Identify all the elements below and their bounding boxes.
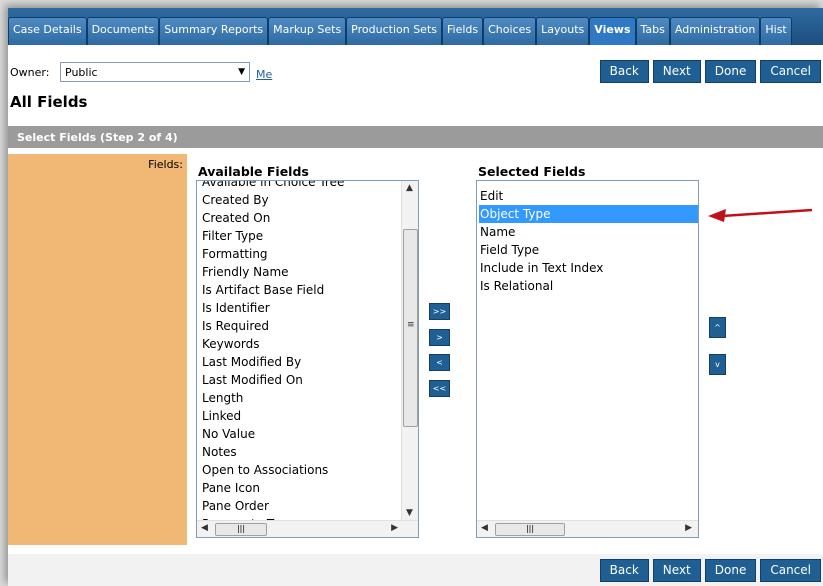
tab-production-sets[interactable]: Production Sets bbox=[346, 17, 442, 45]
list-item[interactable]: Is Required bbox=[201, 317, 418, 335]
annotation-arrow-icon bbox=[708, 208, 813, 222]
add-all-button[interactable]: >> bbox=[429, 303, 450, 320]
list-item[interactable]: Pane Icon bbox=[201, 479, 418, 497]
scroll-left-icon[interactable]: ◀ bbox=[201, 523, 208, 533]
list-item[interactable]: Linked bbox=[201, 407, 418, 425]
list-item[interactable]: Is Artifact Base Field bbox=[201, 281, 418, 299]
fields-label: Fields: bbox=[148, 158, 183, 171]
list-item[interactable]: Last Modified By bbox=[201, 353, 418, 371]
list-item[interactable]: Edit bbox=[479, 187, 698, 205]
remove-button[interactable]: < bbox=[429, 354, 450, 371]
next-button[interactable]: Next bbox=[652, 559, 701, 582]
me-link[interactable]: Me bbox=[256, 68, 272, 81]
available-fields-title: Available Fields bbox=[198, 164, 309, 179]
available-vertical-scrollbar[interactable]: ▲ ≡ ▼ bbox=[401, 181, 418, 520]
owner-select-value: Public bbox=[65, 66, 98, 79]
tab-administration[interactable]: Administration bbox=[669, 17, 761, 45]
list-item[interactable]: No Value bbox=[201, 425, 418, 443]
available-hscroll-thumb[interactable]: ||| bbox=[215, 523, 267, 536]
tab-choices[interactable]: Choices bbox=[483, 17, 537, 45]
remove-all-button[interactable]: << bbox=[429, 380, 450, 397]
back-button[interactable]: Back bbox=[599, 559, 649, 582]
list-item[interactable]: Is Identifier bbox=[201, 299, 418, 317]
selected-fields-list[interactable]: Edit Object Type Name Field Type Include in … bbox=[476, 180, 699, 538]
add-button[interactable]: > bbox=[429, 329, 450, 346]
list-item[interactable]: Length bbox=[201, 389, 418, 407]
move-up-button[interactable]: ^ bbox=[709, 317, 726, 338]
tab-views[interactable]: Views bbox=[589, 17, 636, 45]
list-item[interactable]: Formatting bbox=[201, 245, 418, 263]
chevron-down-icon: ▼ bbox=[238, 67, 245, 77]
move-down-button[interactable]: v bbox=[709, 354, 726, 375]
available-fields-list[interactable]: Available in Choice Tree Created By Creat… bbox=[196, 180, 419, 538]
scroll-left-icon[interactable]: ◀ bbox=[481, 523, 488, 533]
tab-hist[interactable]: Hist bbox=[760, 17, 792, 45]
fields-label-panel: Fields: bbox=[8, 154, 187, 545]
top-button-group: Back Next Done Cancel bbox=[596, 60, 821, 83]
list-item[interactable]: Object Type bbox=[479, 205, 698, 223]
cancel-button[interactable]: Cancel bbox=[760, 60, 821, 83]
cancel-button[interactable]: Cancel bbox=[760, 559, 821, 582]
selected-horizontal-scrollbar[interactable]: ◀ ||| ▶ bbox=[477, 520, 698, 537]
done-button[interactable]: Done bbox=[704, 60, 757, 83]
list-item[interactable]: Notes bbox=[201, 443, 418, 461]
list-item[interactable]: Name bbox=[479, 223, 698, 241]
step-header: Select Fields (Step 2 of 4) bbox=[8, 126, 823, 148]
list-item[interactable]: Open to Associations bbox=[201, 461, 418, 479]
bottom-button-group: Back Next Done Cancel bbox=[596, 559, 821, 582]
scroll-down-icon[interactable]: ▼ bbox=[406, 508, 413, 518]
available-horizontal-scrollbar[interactable]: ◀ ||| ▶ bbox=[197, 520, 418, 537]
selected-fields-title: Selected Fields bbox=[478, 164, 586, 179]
scroll-up-icon[interactable]: ▲ bbox=[406, 183, 413, 193]
tab-case-details[interactable]: Case Details bbox=[8, 17, 87, 45]
list-item[interactable]: Filter Type bbox=[201, 227, 418, 245]
app-window: Case Details Documents Summary Reports Mark… bbox=[8, 8, 823, 586]
list-item[interactable]: Available in Choice Tree bbox=[201, 181, 418, 191]
selected-hscroll-thumb[interactable]: ||| bbox=[495, 523, 565, 536]
tab-fields[interactable]: Fields bbox=[442, 17, 484, 45]
tab-documents[interactable]: Documents bbox=[86, 17, 160, 45]
list-item[interactable]: Keywords bbox=[201, 335, 418, 353]
list-item[interactable]: Field Type bbox=[479, 241, 698, 259]
grip-icon: ≡ bbox=[407, 320, 415, 330]
tab-bar: Case Details Documents Summary Reports Mark… bbox=[8, 8, 823, 45]
tab-layouts[interactable]: Layouts bbox=[536, 17, 590, 45]
tab-markup-sets[interactable]: Markup Sets bbox=[268, 17, 347, 45]
owner-label: Owner: bbox=[10, 66, 50, 79]
scroll-right-icon[interactable]: ▶ bbox=[391, 523, 398, 533]
list-item[interactable]: Pane Order bbox=[201, 497, 418, 515]
list-item[interactable]: Include in Text Index bbox=[479, 259, 698, 277]
next-button[interactable]: Next bbox=[652, 60, 701, 83]
owner-select[interactable]: Public ▼ bbox=[60, 62, 250, 82]
done-button[interactable]: Done bbox=[704, 559, 757, 582]
list-item[interactable]: Is Relational bbox=[479, 277, 698, 295]
list-item[interactable]: Friendly Name bbox=[201, 263, 418, 281]
list-item[interactable]: Created On bbox=[201, 209, 418, 227]
list-item[interactable]: Last Modified On bbox=[201, 371, 418, 389]
tab-summary-reports[interactable]: Summary Reports bbox=[159, 17, 269, 45]
back-button[interactable]: Back bbox=[599, 60, 649, 83]
list-item[interactable]: Created By bbox=[201, 191, 418, 209]
tab-tabs[interactable]: Tabs bbox=[635, 17, 670, 45]
page-title: All Fields bbox=[10, 93, 88, 111]
available-scroll-thumb[interactable]: ≡ bbox=[403, 229, 418, 427]
scroll-right-icon[interactable]: ▶ bbox=[685, 523, 692, 533]
